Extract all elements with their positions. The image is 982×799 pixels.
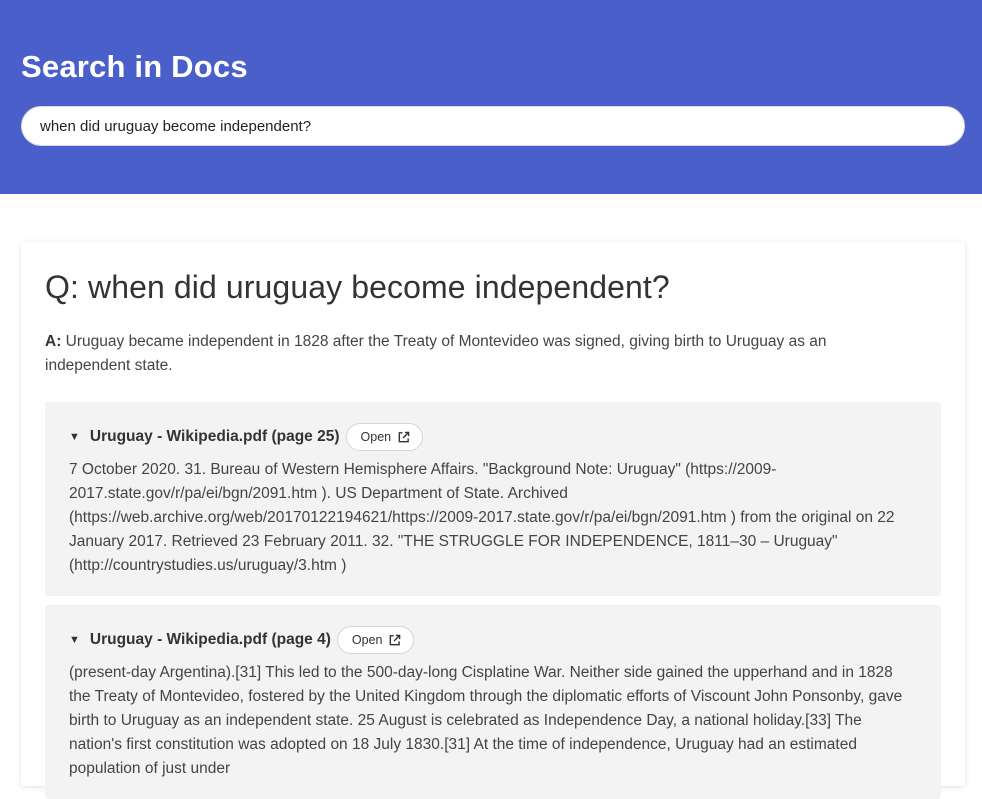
search-input[interactable] xyxy=(21,106,965,146)
source-header[interactable]: ▼ Uruguay - Wikipedia.pdf (page 25) Open xyxy=(69,422,917,452)
question-heading: Q: when did uruguay become independent? xyxy=(45,266,941,308)
caret-down-icon[interactable]: ▼ xyxy=(69,431,80,443)
open-button-label: Open xyxy=(360,430,392,444)
answer-text: Uruguay became independent in 1828 after… xyxy=(45,333,827,374)
source-item: ▼ Uruguay - Wikipedia.pdf (page 4) Open … xyxy=(45,605,941,799)
answer-label: A: xyxy=(45,333,62,350)
question-text: when did uruguay become independent? xyxy=(87,269,670,305)
source-excerpt: (present-day Argentina).[31] This led to… xyxy=(69,664,903,777)
open-button[interactable]: Open xyxy=(345,423,424,451)
external-link-icon xyxy=(390,634,401,645)
source-item: ▼ Uruguay - Wikipedia.pdf (page 25) Open… xyxy=(45,402,941,596)
open-button[interactable]: Open xyxy=(336,626,415,654)
result-card: Q: when did uruguay become independent? … xyxy=(21,242,965,799)
question-prefix: Q: xyxy=(45,269,79,305)
source-title[interactable]: Uruguay - Wikipedia.pdf (page 4) xyxy=(90,631,331,649)
header-banner: Search in Docs xyxy=(0,0,982,194)
external-link-icon xyxy=(398,431,410,442)
source-title[interactable]: Uruguay - Wikipedia.pdf (page 25) xyxy=(90,428,340,446)
source-header[interactable]: ▼ Uruguay - Wikipedia.pdf (page 4) Open xyxy=(69,625,917,655)
page-title: Search in Docs xyxy=(21,49,248,84)
caret-down-icon[interactable]: ▼ xyxy=(69,634,80,646)
open-button-label: Open xyxy=(351,633,383,647)
answer-paragraph: A: Uruguay became independent in 1828 af… xyxy=(45,330,875,378)
source-excerpt: 7 October 2020. 31. Bureau of Western He… xyxy=(69,461,895,574)
